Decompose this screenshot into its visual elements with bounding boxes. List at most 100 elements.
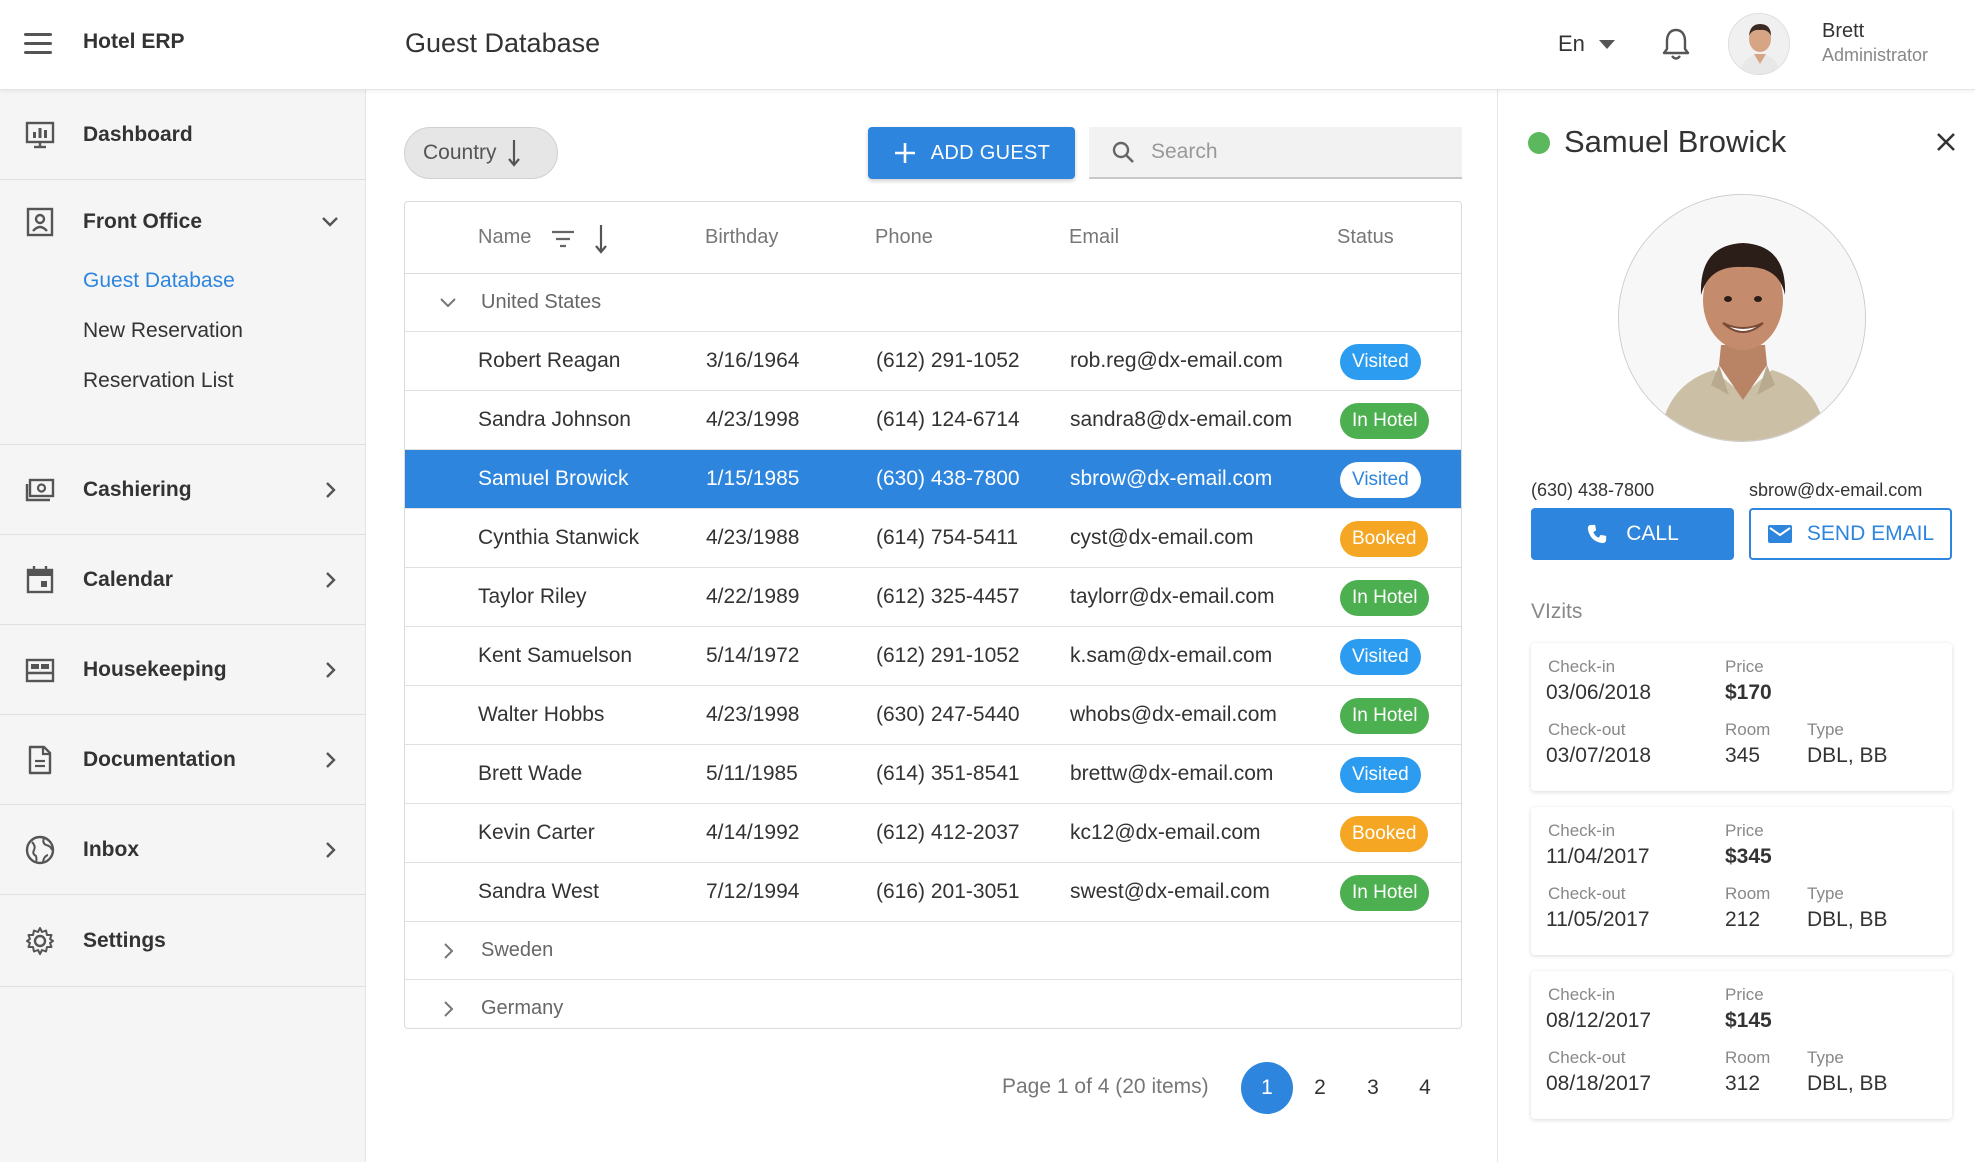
room-label: Room bbox=[1725, 1048, 1771, 1067]
sidebar-item-label: Settings bbox=[83, 928, 166, 952]
column-header-birthday[interactable]: Birthday bbox=[705, 226, 778, 249]
table-row[interactable]: Taylor Riley 4/22/1989 (612) 325-4457 taylo… bbox=[405, 568, 1461, 627]
cell-birthday: 4/23/1998 bbox=[706, 408, 800, 431]
table-row[interactable]: Samuel Browick 1/15/1985 (630) 438-7800 sbr… bbox=[405, 450, 1461, 509]
table-row[interactable]: Walter Hobbs 4/23/1998 (630) 247-5440 whobs… bbox=[405, 686, 1461, 745]
add-guest-button[interactable]: ADD GUEST bbox=[868, 127, 1075, 179]
sidebar-item-housekeeping[interactable]: Housekeeping bbox=[0, 625, 366, 715]
cell-email: cyst@dx-email.com bbox=[1070, 526, 1254, 549]
page-button-3[interactable]: 3 bbox=[1347, 1062, 1399, 1114]
app-title: Hotel ERP bbox=[83, 30, 185, 53]
gear-icon bbox=[26, 926, 54, 955]
sidebar-item-calendar[interactable]: Calendar bbox=[0, 535, 366, 625]
checkout-label: Check-out bbox=[1548, 1048, 1626, 1067]
sidebar-item-label: Housekeeping bbox=[83, 657, 227, 681]
page-button-2[interactable]: 2 bbox=[1294, 1062, 1346, 1114]
call-button[interactable]: CALL bbox=[1531, 508, 1734, 560]
page-button-1[interactable]: 1 bbox=[1241, 1062, 1293, 1114]
price-value: $145 bbox=[1725, 1009, 1772, 1032]
cell-email: swest@dx-email.com bbox=[1070, 880, 1270, 903]
search-input[interactable] bbox=[1151, 140, 1431, 164]
page-button-4[interactable]: 4 bbox=[1399, 1062, 1451, 1114]
cell-name: Kevin Carter bbox=[478, 821, 595, 844]
group-row-united-states[interactable]: United States bbox=[405, 274, 1461, 332]
bell-icon[interactable] bbox=[1660, 26, 1692, 62]
status-badge: Visited bbox=[1340, 344, 1421, 380]
cell-phone: (612) 412-2037 bbox=[876, 821, 1020, 844]
cell-birthday: 5/11/1985 bbox=[706, 762, 798, 785]
table-row[interactable]: Kent Samuelson 5/14/1972 (612) 291-1052 k.s… bbox=[405, 627, 1461, 686]
status-badge: In Hotel bbox=[1340, 580, 1430, 616]
price-label: Price bbox=[1725, 657, 1764, 676]
search-icon bbox=[1112, 141, 1134, 163]
group-row-sweden[interactable]: Sweden bbox=[405, 922, 1461, 980]
guest-grid: Name Birthday Phone Email Status United … bbox=[404, 201, 1462, 1029]
grid-header: Name Birthday Phone Email Status bbox=[405, 202, 1461, 274]
status-badge: Booked bbox=[1340, 816, 1429, 852]
sidebar-item-label: Documentation bbox=[83, 747, 236, 771]
sidebar-item-dashboard[interactable]: Dashboard bbox=[0, 90, 366, 180]
cell-email: k.sam@dx-email.com bbox=[1070, 644, 1273, 667]
table-row[interactable]: Kevin Carter 4/14/1992 (612) 412-2037 kc12@… bbox=[405, 804, 1461, 863]
country-group-chip[interactable]: Country bbox=[404, 127, 558, 179]
column-header-phone[interactable]: Phone bbox=[875, 226, 933, 249]
sidebar-item-inbox[interactable]: Inbox bbox=[0, 805, 366, 895]
cell-birthday: 5/14/1972 bbox=[706, 644, 800, 667]
cell-phone: (612) 325-4457 bbox=[876, 585, 1020, 608]
sidebar-item-documentation[interactable]: Documentation bbox=[0, 715, 366, 805]
table-row[interactable]: Brett Wade 5/11/1985 (614) 351-8541 brettw@… bbox=[405, 745, 1461, 804]
table-row[interactable]: Robert Reagan 3/16/1964 (612) 291-1052 rob.… bbox=[405, 332, 1461, 391]
main-content: Country ADD GUEST Name Birthday Phone Em… bbox=[367, 90, 1497, 1162]
cell-email: whobs@dx-email.com bbox=[1070, 703, 1277, 726]
checkout-label: Check-out bbox=[1548, 884, 1626, 903]
cell-name: Samuel Browick bbox=[478, 467, 629, 490]
room-value: 312 bbox=[1725, 1072, 1761, 1095]
group-row-germany[interactable]: Germany bbox=[405, 980, 1461, 1028]
cell-phone: (630) 247-5440 bbox=[876, 703, 1020, 726]
cell-name: Taylor Riley bbox=[478, 585, 587, 608]
sidebar-item-settings[interactable]: Settings bbox=[0, 895, 366, 987]
type-value: DBL, BB bbox=[1807, 744, 1888, 767]
filter-icon[interactable] bbox=[551, 230, 575, 248]
phone-icon bbox=[1588, 524, 1607, 544]
cell-email: rob.reg@dx-email.com bbox=[1070, 349, 1283, 372]
search-box[interactable] bbox=[1089, 127, 1462, 179]
visit-card: Check-in 11/04/2017 Check-out 11/05/2017 Pri… bbox=[1531, 807, 1952, 955]
sidebar-item-label: Calendar bbox=[83, 567, 173, 591]
sidebar-subitem-new-reservation[interactable]: New Reservation bbox=[83, 319, 243, 343]
sidebar-item-cashiering[interactable]: Cashiering bbox=[0, 445, 366, 535]
guest-photo bbox=[1618, 194, 1866, 442]
column-header-email[interactable]: Email bbox=[1069, 226, 1119, 249]
send-email-button[interactable]: SEND EMAIL bbox=[1749, 508, 1952, 560]
checkin-label: Check-in bbox=[1548, 821, 1616, 840]
language-selector[interactable]: En bbox=[1558, 31, 1615, 57]
menu-icon[interactable] bbox=[24, 33, 52, 55]
chevron-down-icon bbox=[322, 217, 338, 227]
table-row[interactable]: Sandra West 7/12/1994 (616) 201-3051 swest@… bbox=[405, 863, 1461, 922]
sidebar-subitem-reservation-list[interactable]: Reservation List bbox=[83, 369, 234, 393]
app-header: Hotel ERP Guest Database En Brett Admini… bbox=[0, 0, 1975, 90]
cell-name: Sandra West bbox=[478, 880, 600, 903]
guest-phone: (630) 438-7800 bbox=[1531, 480, 1655, 500]
call-label: CALL bbox=[1626, 522, 1679, 545]
cell-email: sbrow@dx-email.com bbox=[1070, 467, 1273, 490]
column-header-status[interactable]: Status bbox=[1337, 226, 1394, 249]
cell-name: Brett Wade bbox=[478, 762, 583, 785]
cell-name: Sandra Johnson bbox=[478, 408, 631, 431]
cell-phone: (612) 291-1052 bbox=[876, 644, 1020, 667]
sidebar-subitem-guest-database[interactable]: Guest Database bbox=[83, 269, 235, 293]
checkout-value: 03/07/2018 bbox=[1546, 744, 1652, 767]
column-header-name[interactable]: Name bbox=[478, 226, 531, 249]
close-icon[interactable] bbox=[1934, 130, 1958, 154]
type-label: Type bbox=[1807, 884, 1844, 903]
cell-birthday: 1/15/1985 bbox=[706, 467, 800, 490]
sidebar-item-front-office[interactable]: Front Office bbox=[0, 180, 366, 264]
avatar[interactable] bbox=[1728, 13, 1790, 75]
add-guest-label: ADD GUEST bbox=[930, 141, 1051, 164]
sort-descending-icon[interactable] bbox=[594, 224, 608, 254]
housekeeping-icon bbox=[25, 658, 55, 682]
table-row[interactable]: Sandra Johnson 4/23/1998 (614) 124-6714 san… bbox=[405, 391, 1461, 450]
cell-birthday: 4/23/1998 bbox=[706, 703, 800, 726]
table-row[interactable]: Cynthia Stanwick 4/23/1988 (614) 754-5411 c… bbox=[405, 509, 1461, 568]
guest-detail-panel: Samuel Browick (630) 438-7800 sbrow@dx-e… bbox=[1497, 90, 1975, 1162]
